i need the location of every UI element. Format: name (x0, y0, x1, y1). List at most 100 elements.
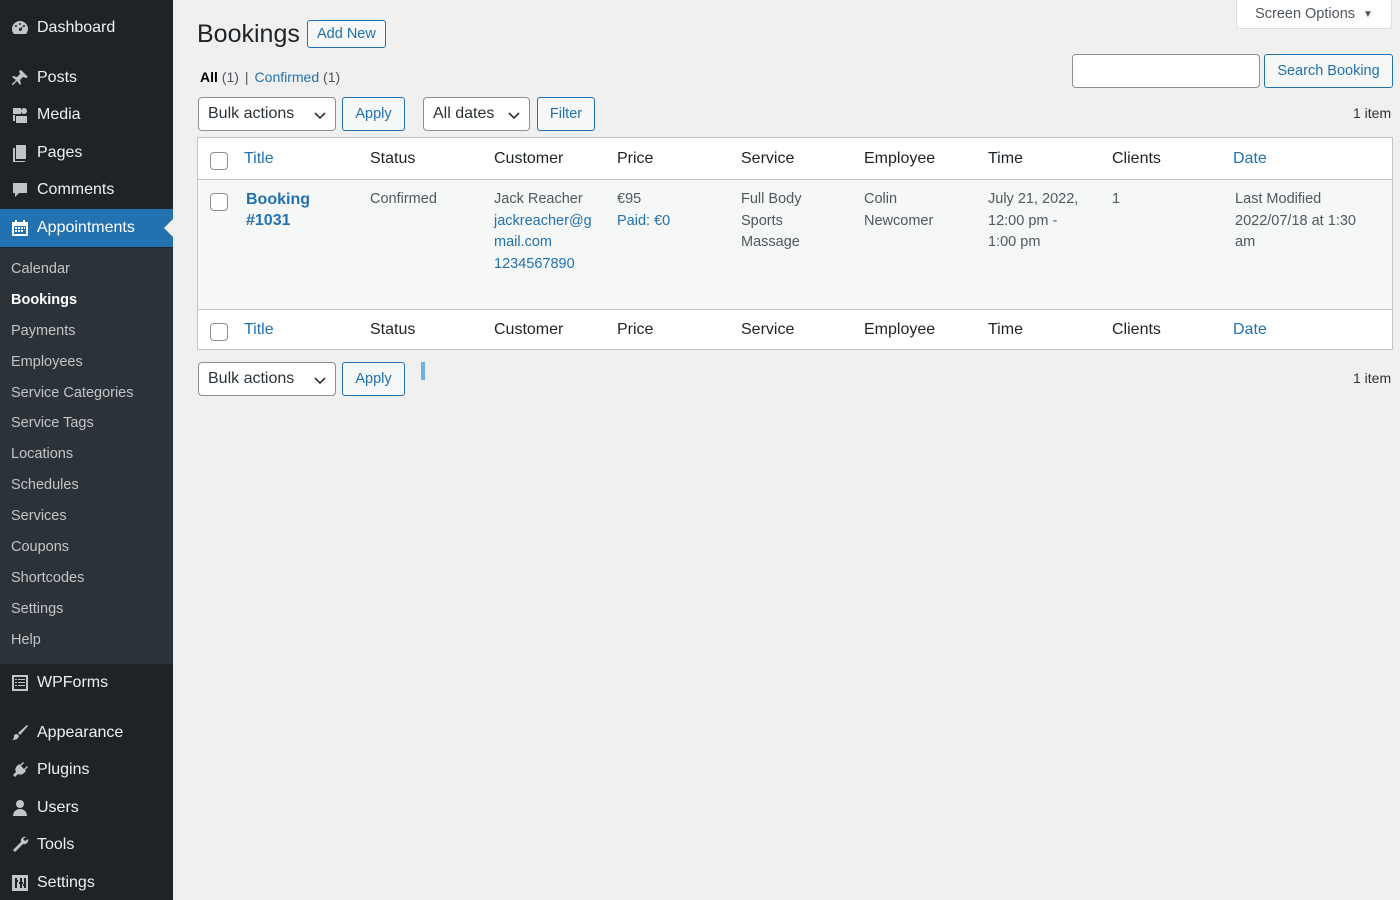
search-booking-button[interactable]: Search Booking (1264, 54, 1393, 88)
time-line2: 12:00 pm - (988, 212, 1058, 229)
submenu-item-help[interactable]: Help (11, 632, 41, 648)
service-line1: Full Body (741, 191, 802, 207)
menu-item-comments[interactable]: Comments (0, 171, 173, 209)
bookings-table: Title Status Customer Price Service Empl… (197, 137, 1393, 350)
bulk-actions-value: Bulk actions (208, 105, 295, 122)
submenu-item-coupons[interactable]: Coupons (11, 539, 69, 555)
apply-button-top[interactable]: Apply (342, 97, 405, 131)
price-value: €95 (617, 191, 642, 207)
filter-confirmed-count: (1) (323, 69, 341, 85)
admin-sidebar: Dashboard Posts Media Pages Comments App… (0, 0, 173, 900)
customer-email-line2: mail.com (494, 234, 553, 250)
items-count-top: 1 item (1353, 105, 1392, 121)
column-customer: Customer (494, 150, 564, 167)
screen-options-button[interactable]: Screen Options ▼ (1236, 0, 1392, 29)
employee-line1: Colin (864, 191, 898, 207)
footer-column-clients: Clients (1112, 321, 1161, 338)
page-title: Bookings (197, 20, 300, 48)
row-checkbox[interactable] (210, 193, 228, 211)
submenu-item-locations[interactable]: Locations (11, 446, 73, 462)
submenu-item-shortcodes[interactable]: Shortcodes (11, 570, 84, 586)
submenu-item-payments[interactable]: Payments (11, 323, 75, 339)
cell-customer: Jack Reacher jackreacher@g mail.com 1234… (494, 189, 592, 275)
menu-item-appointments[interactable]: Appointments (0, 209, 173, 247)
column-date[interactable]: Date (1233, 150, 1267, 168)
submenu-item-schedules[interactable]: Schedules (11, 477, 79, 493)
plugin-icon (0, 760, 37, 780)
footer-column-employee: Employee (864, 321, 936, 338)
customer-phone-link[interactable]: 1234567890 (494, 254, 592, 276)
column-title[interactable]: Title (244, 150, 274, 168)
cell-date: Last Modified 2022/07/18 at 1:30 am (1235, 189, 1356, 254)
status-filter-links: All (1) | Confirmed (1) (200, 69, 340, 85)
menu-item-appearance[interactable]: Appearance (0, 714, 173, 752)
submenu-item-service-tags[interactable]: Service Tags (11, 415, 94, 431)
employee-line2: Newcomer (864, 212, 934, 229)
date-line2: 2022/07/18 at 1:30 (1235, 212, 1356, 229)
select-all-checkbox-top[interactable] (210, 152, 228, 170)
filter-button[interactable]: Filter (537, 97, 595, 131)
chevron-down-icon (508, 112, 520, 120)
menu-item-plugins[interactable]: Plugins (0, 751, 173, 789)
pin-icon (0, 68, 37, 88)
wrench-icon (0, 835, 37, 855)
menu-item-tools[interactable]: Tools (0, 826, 173, 864)
date-filter-value: All dates (433, 105, 495, 122)
filter-all[interactable]: All (1) (200, 69, 239, 85)
screen-options-label: Screen Options (1255, 6, 1356, 22)
submenu-item-service-categories[interactable]: Service Categories (11, 385, 134, 401)
appointments-submenu: Calendar Bookings Payments Employees Ser… (0, 248, 173, 664)
bulk-actions-select-top[interactable]: Bulk actions (198, 97, 336, 131)
chevron-down-icon (314, 377, 326, 385)
footer-column-date[interactable]: Date (1233, 321, 1267, 339)
menu-item-dashboard[interactable]: Dashboard (0, 9, 173, 47)
service-line2: Sports (741, 212, 783, 229)
menu-item-settings[interactable]: Settings (0, 864, 173, 900)
bulk-actions-select-bottom[interactable]: Bulk actions (198, 362, 336, 396)
caret-down-icon: ▼ (1363, 8, 1373, 20)
menu-item-posts[interactable]: Posts (0, 59, 173, 97)
media-icon (0, 105, 37, 125)
table-row: Booking #1031 Confirmed Jack Reacher jac… (198, 180, 1392, 309)
bulk-actions-value-bottom: Bulk actions (208, 370, 295, 387)
menu-item-media[interactable]: Media (0, 96, 173, 134)
menu-item-users[interactable]: Users (0, 789, 173, 827)
filter-confirmed-label: Confirmed (254, 69, 320, 85)
add-new-button[interactable]: Add New (307, 20, 386, 48)
forms-icon (0, 673, 37, 693)
search-input[interactable] (1072, 54, 1260, 88)
footer-column-customer: Customer (494, 321, 564, 338)
filter-all-label: All (200, 69, 218, 85)
submenu-item-calendar[interactable]: Calendar (11, 261, 70, 277)
column-clients: Clients (1112, 150, 1161, 167)
menu-item-pages[interactable]: Pages (0, 134, 173, 172)
filter-all-count: (1) (221, 69, 239, 85)
submenu-item-bookings[interactable]: Bookings (11, 292, 77, 308)
paid-value: Paid: €0 (617, 212, 671, 229)
select-all-checkbox-bottom[interactable] (210, 323, 228, 341)
cell-service: Full Body Sports Massage (741, 189, 801, 254)
column-time: Time (988, 150, 1023, 167)
time-line3: 1:00 pm (988, 234, 1041, 250)
menu-item-wpforms[interactable]: WPForms (0, 664, 173, 702)
submenu-item-settings[interactable]: Settings (11, 601, 63, 617)
table-header: Title Status Customer Price Service Empl… (198, 138, 1392, 180)
time-line1: July 21, 2022, (988, 191, 1079, 207)
date-line3: am (1235, 234, 1256, 250)
date-line1: Last Modified (1235, 191, 1322, 207)
items-count-bottom: 1 item (1353, 370, 1392, 386)
footer-column-service: Service (741, 321, 795, 338)
customer-email-line1: jackreacher@g (494, 212, 592, 229)
booking-title-link[interactable]: Booking #1031 (246, 189, 310, 231)
loading-indicator (421, 362, 425, 380)
customer-name: Jack Reacher (494, 191, 583, 207)
cell-price: €95 Paid: €0 (617, 189, 670, 232)
filter-confirmed[interactable]: Confirmed (1) (255, 69, 341, 85)
column-employee: Employee (864, 150, 936, 167)
apply-button-bottom[interactable]: Apply (342, 362, 405, 396)
submenu-item-services[interactable]: Services (11, 508, 67, 524)
customer-email-link[interactable]: jackreacher@g mail.com (494, 211, 592, 254)
submenu-item-employees[interactable]: Employees (11, 354, 83, 370)
date-filter-select[interactable]: All dates (423, 97, 530, 131)
footer-column-title[interactable]: Title (244, 321, 274, 339)
